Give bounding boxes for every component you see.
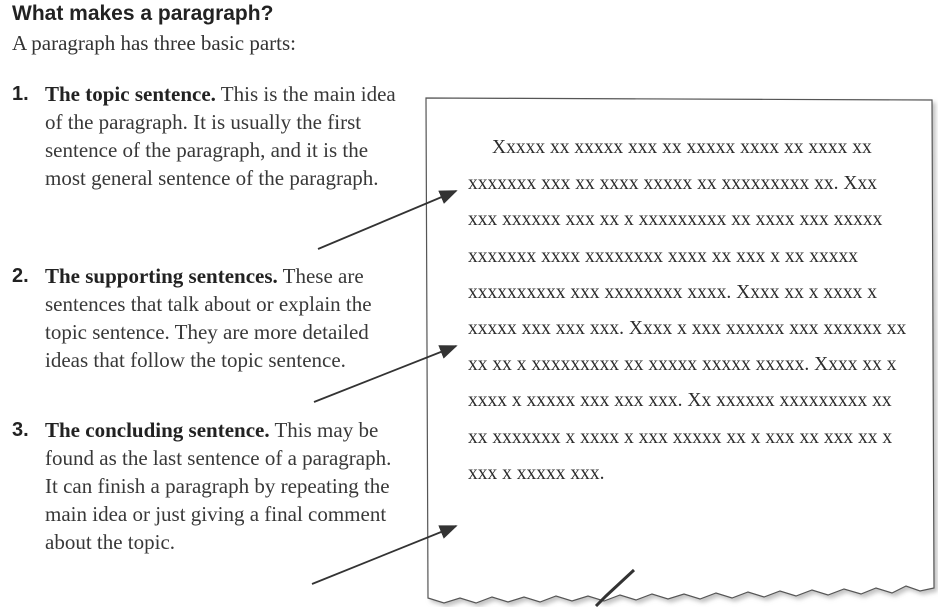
section-heading: What makes a paragraph? [12,2,274,25]
list-number: 1. [12,83,29,105]
sample-paragraph: Xxxxx xx xxxxx xxx xx xxxxx xxxx xx xxxx… [468,137,907,484]
list-number: 3. [12,419,29,441]
list-item-lead: The concluding sentence. [45,418,270,442]
list-item-concluding-sentence: 3. The concluding sentence. This may be … [12,416,402,556]
intro-text: A paragraph has three basic parts: [12,31,296,55]
sample-paper: Xxxxx xx xxxxx xxx xx xxxxx xxxx xx xxxx… [424,96,938,607]
list-item-topic-sentence: 1. The topic sentence. This is the main … [12,80,402,192]
list-item-supporting-sentences: 2. The supporting sentences. These are s… [12,262,402,374]
list-item-lead: The topic sentence. [45,82,216,106]
list-number: 2. [12,265,29,287]
list-item-lead: The supporting sentences. [45,264,278,288]
list-item-body: The topic sentence. This is the main ide… [45,80,402,192]
list-item-body: The concluding sentence. This may be fou… [45,416,402,556]
list-item-body: The supporting sentences. These are sent… [45,262,402,374]
